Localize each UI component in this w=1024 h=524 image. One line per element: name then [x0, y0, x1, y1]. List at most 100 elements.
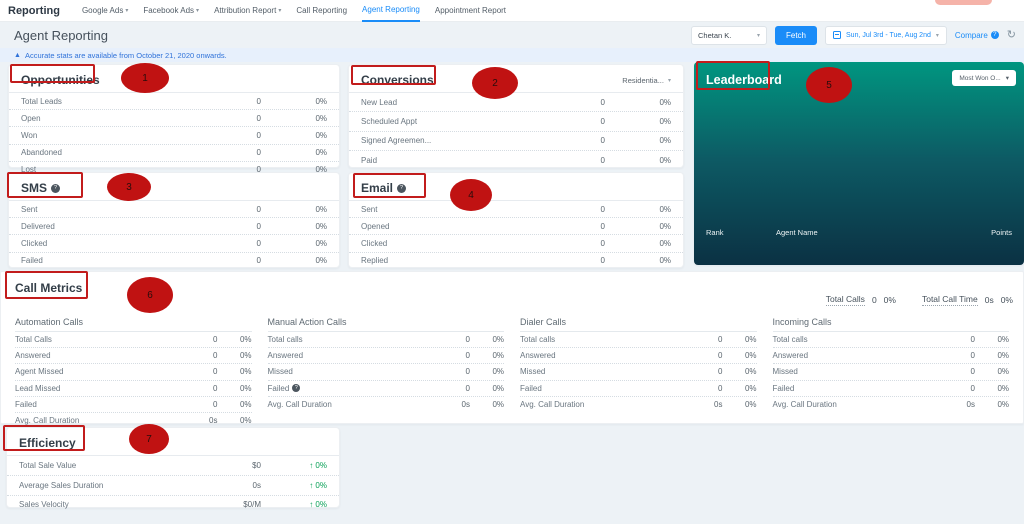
metric-row: Answered 0 0%: [15, 347, 252, 363]
page-header: Agent Reporting Chetan K. ▾ Fetch Sun, J…: [0, 22, 1024, 48]
metric-label: Failed: [15, 399, 37, 409]
metric-label: Answered: [267, 351, 304, 361]
chevron-down-icon: ▾: [196, 8, 200, 14]
metric-row: Total Calls 0 0%: [15, 331, 252, 347]
agent-select[interactable]: Chetan K. ▾: [691, 25, 767, 45]
metric-percent: 0%: [659, 155, 671, 165]
metric-label: Sales Velocity: [19, 500, 69, 510]
email-rows: Sent 0 0% Opened 0 0% Clicked 0 0% Replied 0 0%: [349, 200, 683, 269]
metric-label: Total calls: [520, 335, 556, 345]
metric-percent: 0%: [659, 117, 671, 127]
metric-percent: 0%: [492, 399, 504, 409]
tab-label: Attribution Report: [214, 6, 277, 15]
annotation-box: [353, 173, 426, 198]
leaderboard-filter-dropdown[interactable]: Most Won O... ▾: [952, 70, 1016, 86]
metric-label: Missed: [520, 367, 546, 377]
metric-value: 0s: [252, 480, 261, 490]
tab-label: Google Ads: [81, 6, 124, 15]
metric-label: New Lead: [361, 97, 398, 107]
metric-percent: 0%: [659, 238, 671, 248]
conversions-filter-dropdown[interactable]: Residentia... ▾: [622, 76, 671, 85]
annotation-circle: 7: [129, 424, 169, 454]
info-banner: ▲ Accurate stats are available from Octo…: [0, 48, 1024, 62]
tab-agent-reporting[interactable]: Agent Reporting: [362, 0, 420, 22]
metric-percent: ↑ 0%: [309, 480, 327, 490]
metric-row: Open 0 0%: [9, 109, 339, 126]
annotation-circle: 3: [107, 173, 151, 201]
help-icon: ?: [990, 31, 999, 39]
metric-percent: 0%: [744, 351, 757, 361]
tab-attribution-report[interactable]: Attribution Report ▾: [214, 0, 281, 22]
agent-select-value: Chetan K.: [698, 30, 732, 40]
date-range-value: Sun, Jul 3rd - Tue, Aug 2nd: [846, 31, 931, 39]
total-calls-summary: Total Calls 0 0%: [825, 294, 896, 306]
metric-label: Scheduled Appt: [361, 117, 418, 127]
group-title: Automation Calls: [15, 317, 84, 327]
metric-label: Total calls: [772, 335, 808, 345]
metric-percent: 0%: [659, 256, 671, 266]
metric-label: Agent Missed: [15, 367, 64, 377]
tab-call-reporting[interactable]: Call Reporting: [296, 0, 347, 22]
metric-percent: 0%: [492, 383, 504, 393]
dialer-calls-group: Dialer Calls Total calls 0 0% Answered 0 0% Mi…: [520, 317, 757, 428]
annotation-box: [5, 271, 88, 299]
metric-value: 0s: [714, 399, 723, 409]
metric-row: Total calls 0 0%: [267, 331, 504, 347]
date-range-picker[interactable]: Sun, Jul 3rd - Tue, Aug 2nd ▾: [825, 25, 947, 45]
clipped-red-button[interactable]: [935, 0, 992, 5]
fetch-button[interactable]: Fetch: [775, 25, 818, 45]
metric-row: Agent Missed 0 0%: [15, 363, 252, 379]
metric-row: Failed 0 0%: [9, 251, 339, 269]
chevron-down-icon: ▾: [935, 32, 939, 39]
call-metrics-groups: Automation Calls Total Calls 0 0% Answered 0…: [1, 317, 1023, 428]
metric-label: Lead Missed: [15, 383, 61, 393]
metric-label: Failed: [21, 256, 43, 266]
metric-label: Open: [21, 113, 41, 123]
header-controls: Chetan K. ▾ Fetch Sun, Jul 3rd - Tue, Au…: [691, 25, 1016, 45]
metric-row: Clicked 0 0%: [9, 234, 339, 251]
metric-label: Answered: [772, 351, 809, 361]
metric-row: Sent 0 0%: [349, 200, 683, 217]
manual-action-calls-rows: Total calls 0 0% Answered 0 0% Missed 0 0% Failed…: [267, 331, 504, 412]
metric-row: Replied 0 0%: [349, 251, 683, 269]
total-calls-value: 0: [871, 295, 877, 305]
metric-label: Total Calls: [15, 335, 52, 345]
metric-row: Signed Agreemen... 0 0%: [349, 130, 683, 150]
total-call-time-label: Total Call Time: [921, 294, 978, 306]
metric-label: Won: [21, 130, 38, 140]
metric-row: Failed 0 0%: [520, 379, 757, 396]
efficiency-rows: Total Sale Value $0 ↑ 0% Average Sales Dura…: [7, 455, 339, 514]
annotation-circle: 5: [806, 67, 852, 103]
metric-percent: 0%: [659, 221, 671, 231]
tab-facebook-ads[interactable]: Facebook Ads ▾: [143, 0, 199, 22]
group-title: Manual Action Calls: [267, 317, 347, 327]
metric-row: Avg. Call Duration 0s 0%: [520, 395, 757, 412]
tab-appointment-report[interactable]: Appointment Report: [435, 0, 506, 22]
metric-row: Failed 0 0%: [772, 379, 1009, 396]
incoming-calls-rows: Total calls 0 0% Answered 0 0% Missed 0 0% Failed…: [772, 331, 1009, 412]
metric-row: Won 0 0%: [9, 126, 339, 143]
metric-label: Avg. Call Duration: [772, 399, 837, 409]
annotation-box: [3, 425, 85, 451]
leaderboard-card: Leaderboard Most Won O... ▾ Rank Agent N…: [694, 62, 1024, 265]
metric-label: Paid: [361, 155, 378, 165]
chevron-down-icon: ▾: [278, 8, 282, 14]
automation-calls-rows: Total Calls 0 0% Answered 0 0% Agent Missed 0 0%…: [15, 331, 252, 428]
up-arrow-icon: ↑: [309, 460, 314, 470]
conversions-rows: New Lead 0 0% Scheduled Appt 0 0% Signed Agree…: [349, 92, 683, 170]
metric-percent: 0%: [492, 367, 504, 377]
metric-percent: 0%: [239, 351, 252, 361]
metric-label: Failed?: [268, 384, 466, 393]
metric-percent: 0%: [315, 221, 327, 231]
sms-rows: Sent 0 0% Delivered 0 0% Clicked 0 0% Failed 0 0%: [9, 200, 339, 269]
info-icon[interactable]: ?: [292, 384, 301, 393]
calendar-icon: [833, 31, 842, 39]
metric-value: 0s: [966, 399, 975, 409]
compare-toggle[interactable]: Compare ?: [955, 31, 999, 40]
metric-label: Missed: [772, 367, 798, 377]
tab-google-ads[interactable]: Google Ads ▾: [82, 0, 128, 22]
tab-label: Facebook Ads: [143, 6, 195, 15]
agent-reporting-page: Reporting Google Ads ▾ Facebook Ads ▾ Attr…: [0, 0, 1024, 524]
refresh-icon[interactable]: ↻: [1007, 29, 1016, 41]
metric-percent: ↑ 0%: [309, 460, 327, 470]
